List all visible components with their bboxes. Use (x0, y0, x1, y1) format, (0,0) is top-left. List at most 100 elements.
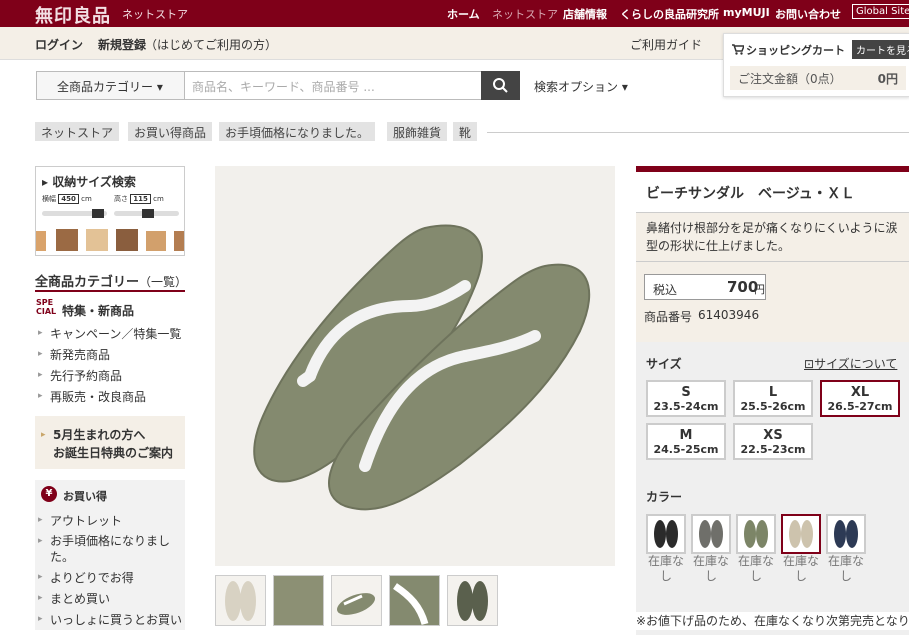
guide-link[interactable]: ご利用ガイド (630, 36, 702, 53)
chevron-right-icon: ▸ (38, 370, 43, 380)
breadcrumb-item[interactable]: お買い得商品 (128, 122, 213, 141)
muji-logo[interactable]: 無印良品 (35, 2, 111, 28)
breadcrumb-item[interactable]: お手頃価格になりました。 (219, 122, 376, 141)
stock-status: 在庫なし (782, 554, 819, 583)
all-categories-title[interactable]: 全商品カテゴリー（一覧） (35, 271, 187, 290)
net-store-label: ネットストア (122, 8, 188, 21)
birthday-banner[interactable]: ▸ 5月生まれの方へ お誕生日特典のご案内 (35, 416, 185, 469)
color-swatch-gray[interactable] (691, 514, 731, 554)
size-guide-link[interactable]: ⊡サイズについて (804, 355, 897, 372)
color-swatch-beige[interactable] (781, 514, 821, 554)
search-options-label: 検索オプション (534, 80, 619, 94)
color-swatch-navy[interactable] (826, 514, 866, 554)
product-code: 61403946 (698, 308, 760, 322)
height-track[interactable] (114, 209, 179, 218)
chevron-right-icon: ▸ (41, 430, 46, 440)
storage-size-search[interactable]: ▸ 収納サイズ検索 横幅 450 cm 高さ 115 cm (35, 166, 185, 256)
chevron-right-icon: ▸ (38, 349, 43, 359)
sidebar-link-new[interactable]: 新発売商品 (50, 346, 110, 363)
breadcrumb-item[interactable]: 服飾雑貨 (387, 122, 448, 141)
thumbnail-4[interactable] (389, 575, 440, 626)
search-bar: 全商品カテゴリー ▾ 商品名、キーワード、商品番号 ... (36, 71, 520, 100)
size-button-s[interactable]: S 23.5-24cm (646, 380, 726, 417)
size-button-m[interactable]: M 24.5-25cm (646, 423, 726, 460)
width-track[interactable] (42, 209, 107, 218)
category-select[interactable]: 全商品カテゴリー ▾ (37, 72, 185, 99)
size-range: 22.5-23cm (740, 443, 806, 456)
global-site-link[interactable]: Global Site (852, 4, 909, 19)
width-handle[interactable] (92, 209, 104, 218)
sidebar-link-preorder[interactable]: 先行予約商品 (50, 367, 122, 384)
sandal-thumb-icon (390, 576, 439, 626)
width-label: 横幅 (42, 195, 56, 203)
cart-icon (732, 44, 744, 55)
sidebar-link-resale[interactable]: 再販売・改良商品 (50, 388, 146, 405)
special-heading[interactable]: 特集・新商品 (62, 302, 134, 319)
view-cart-button[interactable]: カートを見る (852, 40, 909, 59)
height-value: 115 (130, 194, 151, 204)
special-logo-icon: SPE CIAL (36, 298, 57, 316)
nav-lab[interactable]: くらしの良品研究所 (620, 6, 719, 22)
nav-home[interactable]: ホーム (447, 6, 480, 22)
size-range: 23.5-24cm (653, 400, 719, 413)
deals-link-bulk[interactable]: まとめ買い (50, 590, 110, 607)
color-label: カラー (646, 490, 683, 504)
chevron-right-icon: ▸ (38, 572, 43, 582)
breadcrumb-item[interactable]: ネットストア (35, 122, 120, 141)
register-link[interactable]: 新規登録 (98, 36, 146, 53)
cart-amount: ご注文金額（0点） 0円 (730, 66, 906, 90)
thumbnail-3[interactable] (331, 575, 382, 626)
search-input[interactable]: 商品名、キーワード、商品番号 ... (192, 78, 375, 95)
birthday-line2: お誕生日特典のご案内 (53, 446, 174, 460)
price-box: 税込 700 円 商品番号 61403946 (636, 262, 909, 342)
chevron-right-icon: ▸ (38, 593, 43, 603)
color-swatch-black[interactable] (646, 514, 686, 554)
register-note: （はじめてご利用の方） (145, 38, 278, 52)
width-slider[interactable]: 横幅 450 cm (42, 194, 112, 206)
color-swatch-khaki[interactable] (736, 514, 776, 554)
sandal-swatch-icon (699, 520, 723, 548)
size-button-l[interactable]: L 25.5-26cm (733, 380, 813, 417)
search-icon (493, 78, 508, 93)
nav-mymuji[interactable]: myMUJI (723, 6, 770, 19)
price-unit: 円 (754, 283, 765, 296)
price-tag: 税込 700 円 (644, 274, 766, 300)
chevron-right-icon: ▸ (38, 391, 43, 401)
height-handle[interactable] (142, 209, 154, 218)
search-button[interactable] (481, 71, 520, 100)
search-options[interactable]: 検索オプション ▾ (534, 78, 628, 95)
deals-link-outlet[interactable]: アウトレット (50, 512, 122, 529)
sidebar-link-campaign[interactable]: キャンペーン／特集一覧 (50, 325, 181, 342)
deals-link-together[interactable]: いっしょに買うとお買い (50, 611, 184, 628)
size-button-xs[interactable]: XS 22.5-23cm (733, 423, 813, 460)
size-letter: L (768, 385, 778, 400)
size-button-xl[interactable]: XL 26.5-27cm (820, 380, 900, 417)
height-label: 高さ (114, 195, 128, 203)
thumbnail-5[interactable] (447, 575, 498, 626)
login-link[interactable]: ログイン (35, 36, 83, 53)
size-letter: S (681, 385, 691, 400)
thumbnail-2[interactable] (273, 575, 324, 626)
panel-accent (636, 166, 909, 172)
breadcrumb-item[interactable]: 靴 (453, 122, 478, 141)
cart-amount-label: ご注文金額（0点） (738, 72, 842, 86)
nav-net-store[interactable]: ネットストア (492, 6, 558, 22)
nav-contact[interactable]: お問い合わせ (775, 6, 841, 22)
size-letter: XS (763, 428, 783, 443)
product-main-image[interactable] (215, 166, 615, 566)
size-letter: M (679, 428, 693, 443)
nav-store-info[interactable]: 店舗情報 (563, 6, 607, 22)
height-unit: cm (153, 195, 164, 203)
size-range: 24.5-25cm (653, 443, 719, 456)
size-label: サイズ (646, 357, 682, 371)
stock-status: 在庫なし (827, 554, 864, 583)
deals-link-choice[interactable]: よりどりでお得 (50, 569, 134, 586)
size-letter: XL (850, 385, 870, 400)
product-description: 鼻緒付け根部分を足が痛くなりにくいように涙型の形状に仕上げました。 (646, 221, 898, 253)
thumbnail-1[interactable] (215, 575, 266, 626)
deals-link-reduced[interactable]: お手頃価格になりました。 (50, 533, 178, 565)
deals-title: お買い得 (63, 490, 107, 503)
height-slider[interactable]: 高さ 115 cm (114, 194, 184, 206)
all-categories-suffix: （一覧） (139, 275, 188, 289)
product-title: ビーチサンダル ベージュ・ＸＬ (646, 186, 855, 202)
